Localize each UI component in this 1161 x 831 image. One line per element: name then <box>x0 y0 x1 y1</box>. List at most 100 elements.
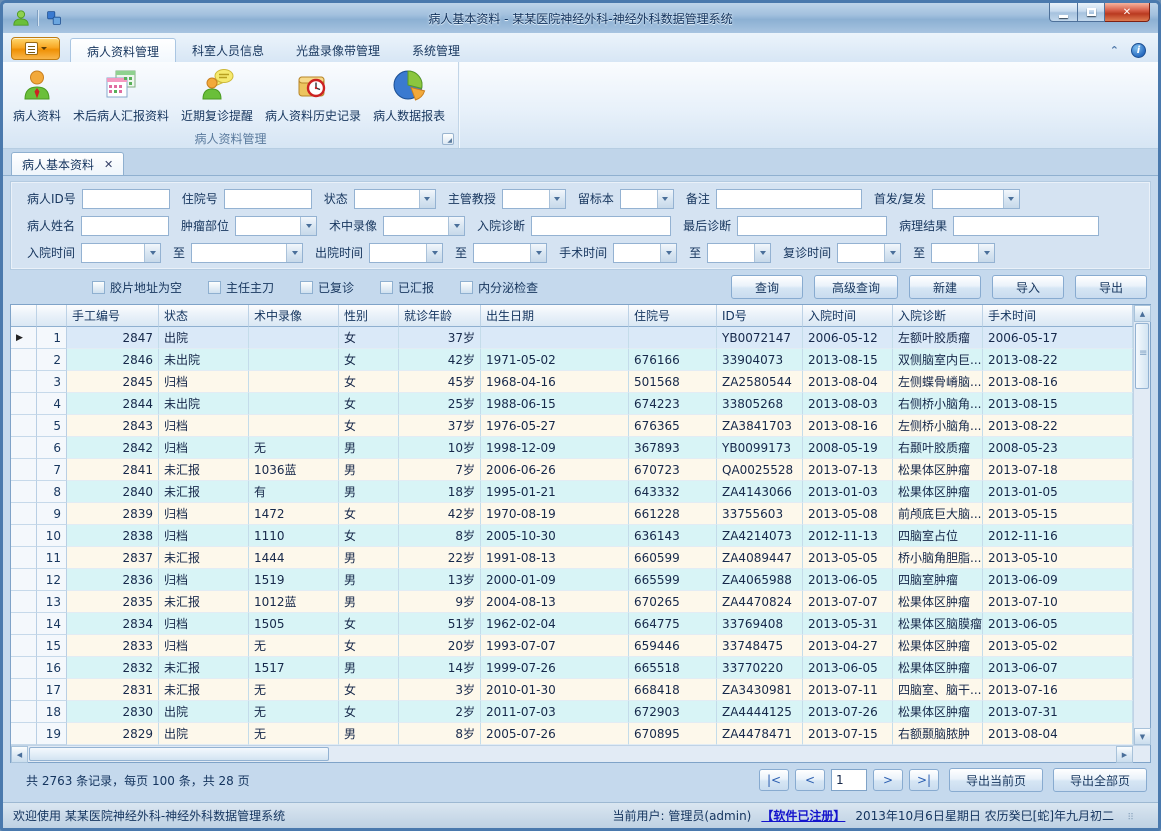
col-header-9[interactable]: 入院时间 <box>803 305 893 327</box>
last-page-button[interactable]: >| <box>909 769 939 791</box>
cell[interactable]: 左侧蝶骨嵴脑... <box>893 371 983 393</box>
cell[interactable]: 2013-08-15 <box>983 393 1133 415</box>
tab-close-icon[interactable]: ✕ <box>104 158 113 171</box>
cell[interactable] <box>481 327 629 349</box>
col-header-11[interactable]: 手术时间 <box>983 305 1133 327</box>
cell[interactable]: 2005-07-26 <box>481 723 629 745</box>
table-row[interactable]: 82840未汇报有男18岁1995-01-21643332ZA414306620… <box>11 481 1133 503</box>
cell[interactable]: 9岁 <box>399 591 481 613</box>
cell[interactable]: ZA4143066 <box>717 481 803 503</box>
cell[interactable]: 女 <box>339 613 399 635</box>
table-row[interactable]: 122836归档1519男13岁2000-01-09665599ZA406598… <box>11 569 1133 591</box>
chevron-down-icon[interactable] <box>978 244 994 262</box>
cell[interactable]: ZA4478471 <box>717 723 803 745</box>
cell[interactable]: 女 <box>339 525 399 547</box>
cell[interactable]: 33770220 <box>717 657 803 679</box>
table-row[interactable]: 92839归档1472女42岁1970-08-19661228337556032… <box>11 503 1133 525</box>
cell[interactable]: 2839 <box>67 503 159 525</box>
ribbon-button-3[interactable]: 近期复诊提醒 <box>175 64 259 126</box>
cell[interactable]: 2840 <box>67 481 159 503</box>
filter-select-r3-4[interactable] <box>473 243 547 263</box>
next-page-button[interactable]: > <box>873 769 903 791</box>
cell[interactable]: 出院 <box>159 701 249 723</box>
cell[interactable]: 2013-05-15 <box>983 503 1133 525</box>
cell[interactable]: 2013-07-07 <box>803 591 893 613</box>
cell[interactable]: 2013-08-03 <box>803 393 893 415</box>
cell[interactable]: 男 <box>339 569 399 591</box>
export-all-pages-button[interactable]: 导出全部页 <box>1053 768 1147 792</box>
resize-grip[interactable] <box>1124 811 1134 821</box>
cell[interactable]: 2013-05-10 <box>983 547 1133 569</box>
cell[interactable]: 未汇报 <box>159 547 249 569</box>
row-selector-cell[interactable] <box>11 613 37 635</box>
chevron-down-icon[interactable] <box>657 190 673 208</box>
cell[interactable]: ZA4089447 <box>717 547 803 569</box>
table-row[interactable]: 52843归档女37岁1976-05-27676365ZA38417032013… <box>11 415 1133 437</box>
col-header-3[interactable]: 术中录像 <box>249 305 339 327</box>
table-row[interactable]: 22846未出院女42岁1971-05-02676166339040732013… <box>11 349 1133 371</box>
row-selector-cell[interactable] <box>11 723 37 745</box>
first-page-button[interactable]: |< <box>759 769 789 791</box>
cell[interactable]: 2013-07-15 <box>803 723 893 745</box>
cell[interactable]: 2834 <box>67 613 159 635</box>
cell[interactable]: ZA3430981 <box>717 679 803 701</box>
cell[interactable]: 2836 <box>67 569 159 591</box>
cell[interactable]: 8岁 <box>399 525 481 547</box>
cell[interactable]: 1505 <box>249 613 339 635</box>
col-header-6[interactable]: 出生日期 <box>481 305 629 327</box>
filter-input-r2-1[interactable] <box>81 216 169 236</box>
checkbox-2[interactable]: 主任主刀 <box>208 279 274 296</box>
cell[interactable]: 无 <box>249 635 339 657</box>
cell[interactable]: 1970-08-19 <box>481 503 629 525</box>
cell[interactable]: 松果体区肿瘤 <box>893 481 983 503</box>
cell[interactable]: 左额叶胶质瘤 <box>893 327 983 349</box>
hscroll-track[interactable] <box>330 746 1116 762</box>
cell[interactable]: 归档 <box>159 613 249 635</box>
row-selector-cell[interactable] <box>11 657 37 679</box>
cell[interactable]: ZA3841703 <box>717 415 803 437</box>
cell[interactable]: 1110 <box>249 525 339 547</box>
cell[interactable]: 18岁 <box>399 481 481 503</box>
vscroll-thumb[interactable] <box>1135 323 1149 389</box>
cell[interactable]: 男 <box>339 481 399 503</box>
cell[interactable]: 2013-08-15 <box>803 349 893 371</box>
row-selector-cell[interactable] <box>11 701 37 723</box>
cell[interactable]: ZA4214073 <box>717 525 803 547</box>
table-row[interactable]: 62842归档无男10岁1998-12-09367893YB0099173200… <box>11 437 1133 459</box>
cell[interactable]: 归档 <box>159 415 249 437</box>
cell[interactable]: 左侧桥小脑角... <box>893 415 983 437</box>
cell[interactable]: 双侧脑室内巨... <box>893 349 983 371</box>
cell[interactable]: ZA4470824 <box>717 591 803 613</box>
cell[interactable]: 2013-07-11 <box>803 679 893 701</box>
row-selector-cell[interactable] <box>11 481 37 503</box>
dialog-launcher-icon[interactable] <box>442 133 454 145</box>
cell[interactable]: 未汇报 <box>159 657 249 679</box>
cell[interactable]: 未出院 <box>159 349 249 371</box>
cell[interactable]: 右额颞脑脓肿 <box>893 723 983 745</box>
filter-select-r3-3[interactable] <box>369 243 443 263</box>
scroll-left-icon[interactable]: ◀ <box>11 746 28 763</box>
info-icon[interactable]: i <box>1131 43 1146 58</box>
cell[interactable] <box>629 327 717 349</box>
cell[interactable]: 659446 <box>629 635 717 657</box>
cell[interactable]: 1968-04-16 <box>481 371 629 393</box>
cell[interactable]: 四脑室、脑干... <box>893 679 983 701</box>
scroll-down-icon[interactable]: ▼ <box>1134 728 1151 745</box>
chevron-down-icon[interactable] <box>1003 190 1019 208</box>
checkbox-1[interactable]: 胶片地址为空 <box>92 279 182 296</box>
cell[interactable]: 女 <box>339 393 399 415</box>
cell[interactable]: 1991-08-13 <box>481 547 629 569</box>
cell[interactable]: 2013-07-26 <box>803 701 893 723</box>
advanced-query-button[interactable]: 高级查询 <box>814 275 898 299</box>
cell[interactable]: 2013-07-31 <box>983 701 1133 723</box>
cell[interactable] <box>249 415 339 437</box>
cell[interactable]: 2013-07-13 <box>803 459 893 481</box>
cell[interactable]: 2832 <box>67 657 159 679</box>
cell[interactable]: 1999-07-26 <box>481 657 629 679</box>
cell[interactable]: 女 <box>339 679 399 701</box>
col-header-8[interactable]: ID号 <box>717 305 803 327</box>
cell[interactable]: 33748475 <box>717 635 803 657</box>
new-button[interactable]: 新建 <box>909 275 981 299</box>
cell[interactable]: 33769408 <box>717 613 803 635</box>
cell[interactable]: 未汇报 <box>159 679 249 701</box>
